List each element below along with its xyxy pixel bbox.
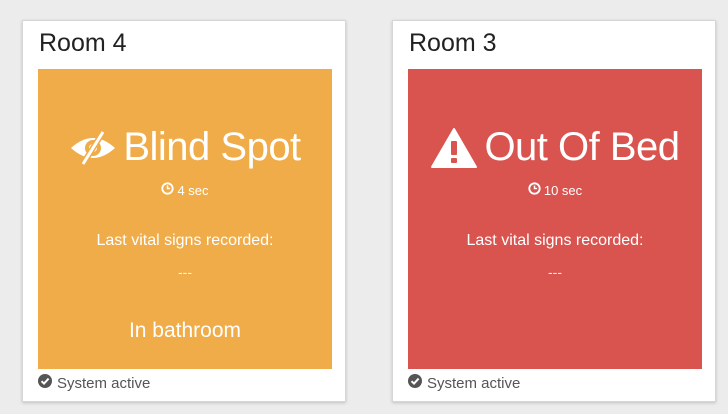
alert-timer: 10 sec — [408, 182, 702, 198]
system-status-label: System active — [57, 374, 151, 392]
system-status: System active — [407, 373, 520, 393]
room-title: Room 4 — [39, 29, 127, 57]
clock-icon — [161, 182, 177, 198]
timer-value: 4 sec — [177, 182, 209, 198]
alert-heading: Blind Spot — [38, 125, 332, 170]
vitals-label: Last vital signs recorded: — [96, 232, 274, 249]
blind-spot-icon — [69, 129, 117, 166]
warning-icon — [430, 127, 478, 169]
vitals-value: --- — [178, 264, 192, 280]
vitals-value: --- — [548, 264, 562, 280]
check-circle-icon — [37, 373, 57, 393]
check-circle-icon — [407, 373, 427, 393]
clock-icon — [528, 182, 544, 198]
system-status: System active — [37, 373, 150, 393]
room-card[interactable]: Room 3 Out Of Bed 10 sec Last vital sign… — [392, 20, 716, 402]
room-title: Room 3 — [409, 29, 497, 57]
system-status-label: System active — [427, 374, 521, 392]
vitals-label: Last vital signs recorded: — [466, 232, 644, 249]
room-card[interactable]: Room 4 Blind Spot 4 sec Last vital signs… — [22, 20, 346, 402]
alert-label: Out Of Bed — [484, 125, 680, 169]
alert-heading: Out Of Bed — [408, 125, 702, 170]
location-text: In bathroom — [128, 319, 242, 342]
alert-status-panel[interactable]: Out Of Bed 10 sec Last vital signs recor… — [408, 69, 702, 369]
alert-status-panel[interactable]: Blind Spot 4 sec Last vital signs record… — [38, 69, 332, 369]
alert-timer: 4 sec — [38, 182, 332, 198]
alert-label: Blind Spot — [123, 125, 301, 169]
timer-value: 10 sec — [543, 182, 583, 198]
